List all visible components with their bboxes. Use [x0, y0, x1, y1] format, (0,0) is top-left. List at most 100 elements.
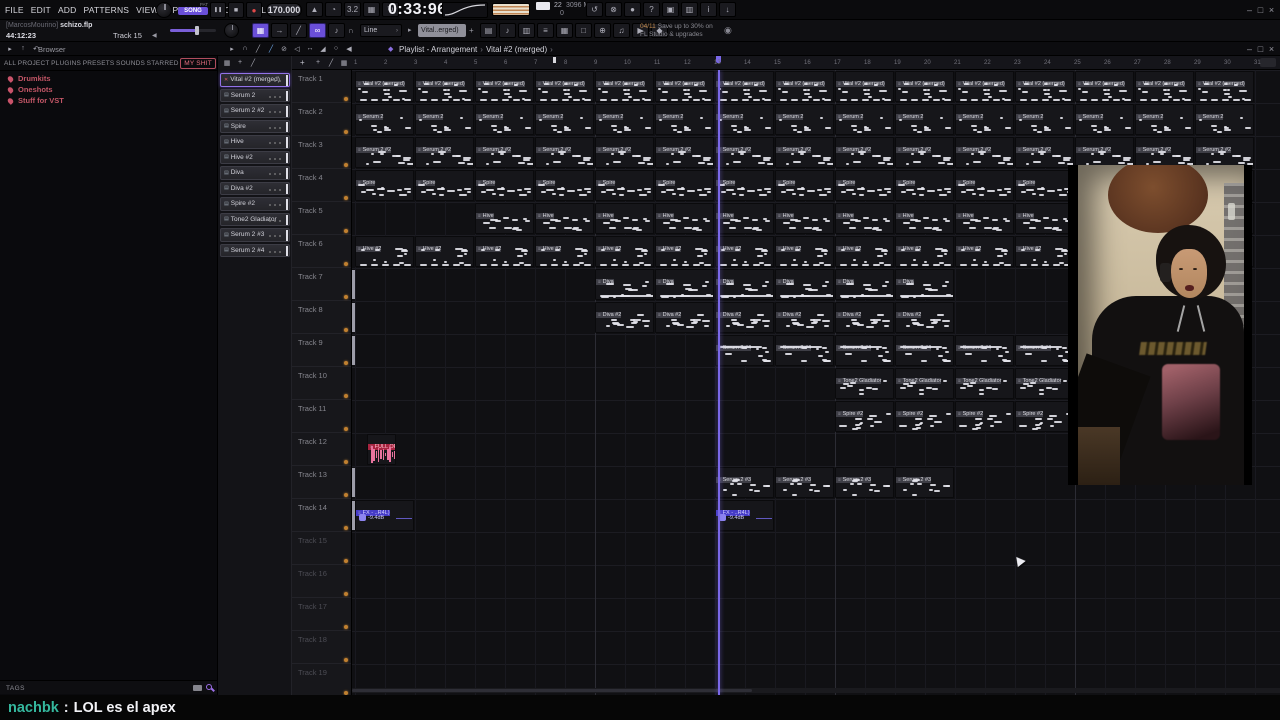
- pattern-item[interactable]: ▤ Hive: [220, 135, 290, 149]
- add-pattern-button[interactable]: +: [469, 26, 474, 35]
- midi-clip[interactable]: ≡Hive: [775, 203, 834, 234]
- chat-username[interactable]: nachbk: [8, 700, 59, 716]
- browser-nav-label[interactable]: Browser: [38, 45, 66, 54]
- midi-clip[interactable]: ≡Serum 2: [955, 104, 1014, 135]
- midi-clip[interactable]: ≡Serum 2: [835, 104, 894, 135]
- audio-clip[interactable]: ≡FULL OR: [367, 434, 396, 465]
- midi-clip[interactable]: ≡Diva #2: [895, 302, 954, 333]
- midi-clip[interactable]: ≡Hive: [535, 203, 594, 234]
- midi-clip[interactable]: ≡Serum 2 #2: [535, 137, 594, 168]
- playback-icon[interactable]: ◀: [343, 43, 355, 54]
- midi-clip[interactable]: ≡Serum 2 #2: [1195, 137, 1254, 168]
- channel-volume-slider[interactable]: [170, 26, 216, 35]
- midi-clip[interactable]: ≡Spire: [355, 170, 414, 201]
- headphones-icon[interactable]: ∩: [239, 43, 251, 54]
- midi-clip[interactable]: ≡Diva: [775, 269, 834, 300]
- midi-clip[interactable]: ≡Spire: [535, 170, 594, 201]
- metronome-icon[interactable]: ▲: [306, 2, 323, 17]
- midi-clip[interactable]: ≡Spire: [955, 170, 1014, 201]
- midi-clip[interactable]: ≡Spire: [475, 170, 534, 201]
- track-mute-dot[interactable]: [344, 658, 348, 662]
- track-name[interactable]: Track 1: [298, 74, 323, 83]
- track-mute-dot[interactable]: [344, 592, 348, 596]
- track-name[interactable]: Track 10: [298, 371, 327, 380]
- midi-clip[interactable]: ≡Diva #2: [655, 302, 714, 333]
- grid-select-icon[interactable]: ▦: [338, 57, 350, 68]
- pattern-item[interactable]: ▤ Diva: [220, 166, 290, 180]
- performance-icon[interactable]: ♫: [613, 23, 630, 38]
- browser-item[interactable]: Oneshots: [0, 84, 218, 95]
- midi-clip[interactable]: ≡Hive #2: [835, 236, 894, 267]
- midi-clip[interactable]: ≡Serum 2 #2: [1075, 137, 1134, 168]
- cut-icon[interactable]: ⊗: [605, 2, 622, 17]
- midi-clip[interactable]: ≡Serum 2: [475, 104, 534, 135]
- midi-clip[interactable]: ≡Hive #2: [775, 236, 834, 267]
- browser-item[interactable]: Stuff for VST: [0, 95, 218, 106]
- midi-clip[interactable]: ≡Vital #2 (merged): [715, 71, 774, 102]
- midi-clip[interactable]: ≡Diva: [895, 269, 954, 300]
- add-track-button[interactable]: +: [300, 58, 305, 67]
- snap-selector[interactable]: Line ›: [360, 24, 402, 37]
- midi-clip[interactable]: ≡Vital #2 (merged): [1015, 71, 1074, 102]
- midi-clip[interactable]: ≡Serum 2 #4: [835, 335, 894, 366]
- pan-knob[interactable]: [224, 23, 239, 38]
- midi-clip[interactable]: ≡Serum 2 #2: [955, 137, 1014, 168]
- midi-clip[interactable]: ≡Hive #2: [895, 236, 954, 267]
- pattern-item[interactable]: ▤ Diva #2: [220, 181, 290, 195]
- automation-clip[interactable]: ≡FX - ..R4L)-9.4dB: [715, 500, 774, 531]
- browser-item[interactable]: Drumkits: [0, 73, 218, 84]
- midi-clip[interactable]: ≡Serum 2: [1015, 104, 1074, 135]
- midi-clip[interactable]: ≡Serum 2 #2: [475, 137, 534, 168]
- add-pattern-icon[interactable]: +: [234, 57, 246, 68]
- midi-clip[interactable]: ≡Serum 2 #3: [775, 467, 834, 498]
- track-mute-dot[interactable]: [344, 163, 348, 167]
- midi-clip[interactable]: ≡Vital #2 (merged): [535, 71, 594, 102]
- midi-clip[interactable]: ≡Diva: [835, 269, 894, 300]
- midi-clip[interactable]: ≡Hive #2: [955, 236, 1014, 267]
- count-in-icon[interactable]: 3.2: [344, 2, 361, 17]
- midi-clip[interactable]: ≡Serum 2 #2: [595, 137, 654, 168]
- midi-clip[interactable]: ≡Serum 2 #4: [775, 335, 834, 366]
- typing-keyboard-icon[interactable]: ▦: [363, 2, 380, 17]
- browser-tab-sounds[interactable]: SOUNDS: [116, 60, 145, 67]
- track-mute-dot[interactable]: [344, 196, 348, 200]
- midi-clip[interactable]: ≡Serum 2 #2: [655, 137, 714, 168]
- midi-clip[interactable]: ≡Serum 2 #2: [1015, 137, 1074, 168]
- midi-clip[interactable]: ≡Vital #2 (merged): [595, 71, 654, 102]
- pencil-icon[interactable]: ╱: [252, 43, 264, 54]
- move-tool-icon[interactable]: +: [312, 57, 324, 68]
- track-name[interactable]: Track 11: [298, 404, 326, 413]
- menu-file[interactable]: FILE: [5, 5, 24, 15]
- midi-clip[interactable]: ≡Hive: [1015, 203, 1074, 234]
- midi-clip[interactable]: ≡Vital #2 (merged): [655, 71, 714, 102]
- restore-button[interactable]: □: [1255, 5, 1266, 15]
- pattern-item[interactable]: ▤ Serum 2 #2: [220, 104, 290, 118]
- track-mute-dot[interactable]: [344, 559, 348, 563]
- track-mute-dot[interactable]: [344, 130, 348, 134]
- duplicate-icon[interactable]: □: [575, 23, 592, 38]
- play-mini-icon[interactable]: ▸: [408, 26, 412, 34]
- wait-icon[interactable]: ◔: [325, 2, 342, 17]
- midi-clip[interactable]: ≡Serum 2 #4: [895, 335, 954, 366]
- midi-clip[interactable]: ≡Spire: [895, 170, 954, 201]
- midi-clip[interactable]: ≡Serum 2: [655, 104, 714, 135]
- track-mute-dot[interactable]: [344, 526, 348, 530]
- midi-clip[interactable]: ≡Hive #2: [655, 236, 714, 267]
- midi-clip[interactable]: ≡Spire: [1015, 170, 1074, 201]
- track-mute-dot[interactable]: [344, 97, 348, 101]
- menu-edit[interactable]: EDIT: [31, 5, 51, 15]
- save-as-icon[interactable]: ▥: [681, 2, 698, 17]
- midi-clip[interactable]: ≡Diva #2: [835, 302, 894, 333]
- track-name[interactable]: Track 18: [298, 635, 327, 644]
- pattern-item[interactable]: ▤ Spire #2: [220, 197, 290, 211]
- pattern-selector[interactable]: Vital..erged): [418, 24, 466, 37]
- browser-tab-presets[interactable]: PRESETS: [83, 60, 115, 67]
- midi-clip[interactable]: ≡Vital #2 (merged): [415, 71, 474, 102]
- track-name[interactable]: Track 13: [298, 470, 327, 479]
- midi-clip[interactable]: ≡Spire: [595, 170, 654, 201]
- midi-clip[interactable]: ≡ Tone2 Gladiator: [1015, 368, 1074, 399]
- pattern-item[interactable]: ▤ Spire: [220, 119, 290, 133]
- track-name[interactable]: Track 16: [298, 569, 327, 578]
- midi-clip[interactable]: ≡Serum 2 #4: [955, 335, 1014, 366]
- track-mute-dot[interactable]: [344, 262, 348, 266]
